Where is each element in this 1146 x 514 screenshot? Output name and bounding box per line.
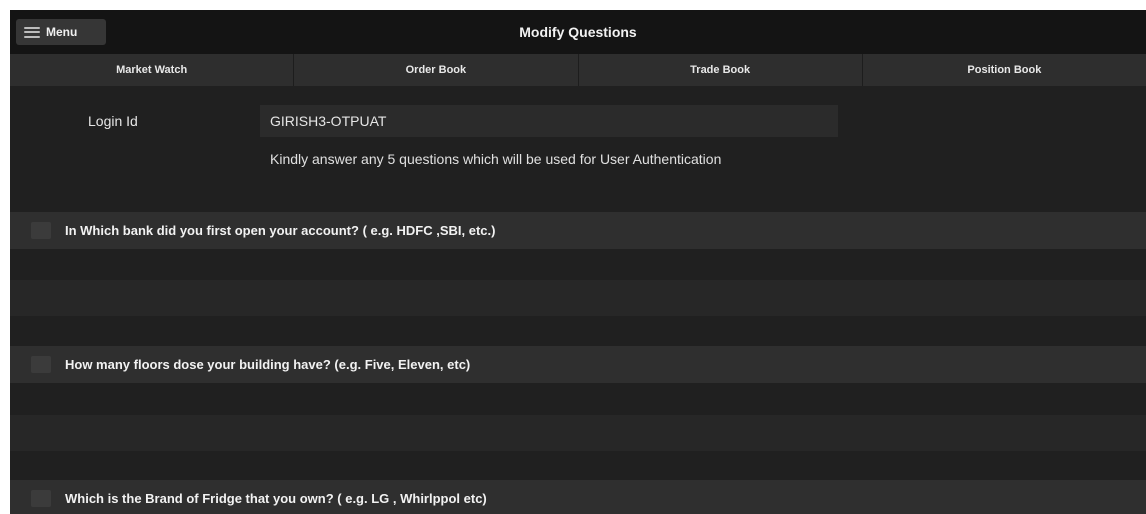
question-text: Which is the Brand of Fridge that you ow… <box>65 491 487 506</box>
question-text: In Which bank did you first open your ac… <box>65 223 496 238</box>
nav-tabs: Market Watch Order Book Trade Book Posit… <box>10 54 1146 86</box>
header-bar: Modify Questions Menu <box>10 10 1146 54</box>
hamburger-icon <box>24 26 40 38</box>
tab-position-book[interactable]: Position Book <box>863 54 1146 86</box>
tab-order-book[interactable]: Order Book <box>294 54 579 86</box>
question-row-bank[interactable]: In Which bank did you first open your ac… <box>10 212 1146 249</box>
answer-input-floors[interactable] <box>10 415 1146 451</box>
question-text: How many floors dose your building have?… <box>65 357 471 372</box>
tab-market-watch[interactable]: Market Watch <box>10 54 295 86</box>
menu-button-label: Menu <box>46 25 78 39</box>
app-window: Modify Questions Menu Market Watch Order… <box>10 10 1146 514</box>
question-checkbox[interactable] <box>31 490 51 507</box>
question-checkbox[interactable] <box>31 222 51 239</box>
menu-button[interactable]: Menu <box>16 19 106 45</box>
instruction-text: Kindly answer any 5 questions which will… <box>270 151 722 167</box>
page-title: Modify Questions <box>519 24 637 40</box>
question-row-fridge[interactable]: Which is the Brand of Fridge that you ow… <box>10 480 1146 514</box>
answer-input-bank[interactable] <box>10 280 1146 316</box>
login-id-label: Login Id <box>88 113 138 129</box>
question-row-floors[interactable]: How many floors dose your building have?… <box>10 346 1146 383</box>
tab-trade-book[interactable]: Trade Book <box>579 54 863 86</box>
login-id-value: GIRISH3-OTPUAT <box>260 105 838 137</box>
login-id-row: Login Id GIRISH3-OTPUAT <box>10 105 1146 137</box>
question-checkbox[interactable] <box>31 356 51 373</box>
